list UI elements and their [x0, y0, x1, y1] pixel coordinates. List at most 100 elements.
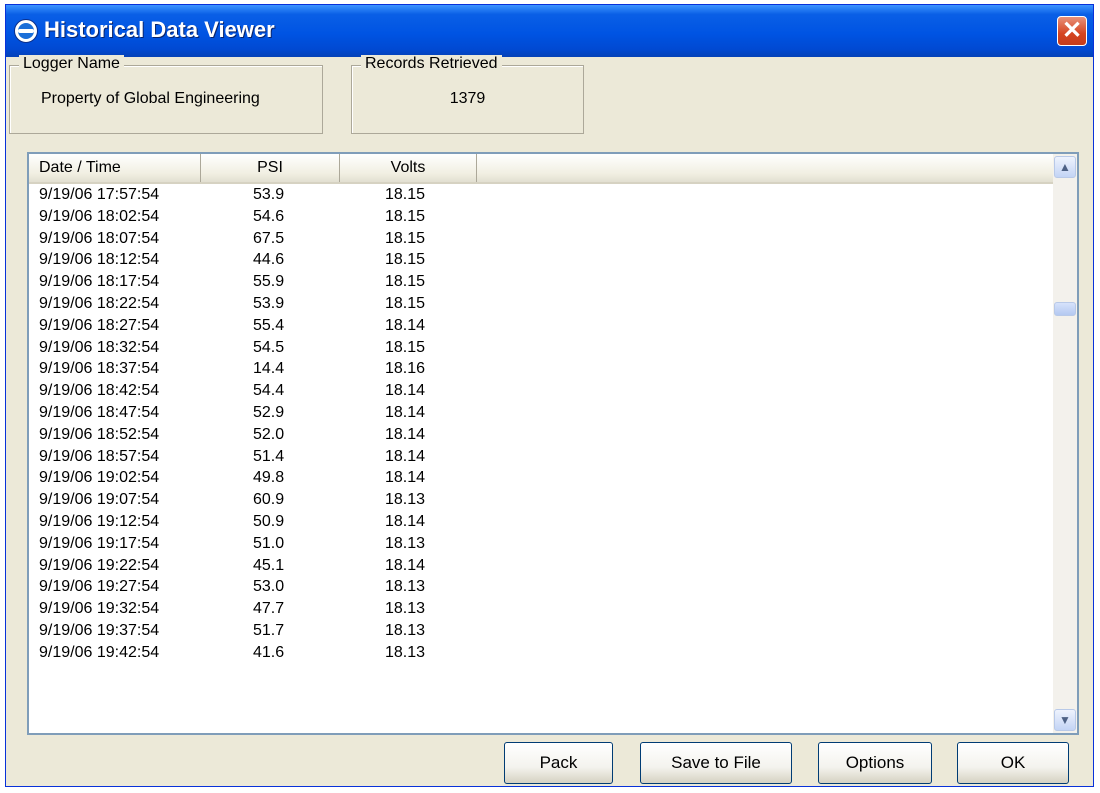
date-time-cell: 9/19/06 18:52:54 [39, 425, 160, 443]
logger-name-label: Logger Name [19, 55, 124, 73]
date-time-cell: 9/19/06 18:57:54 [39, 447, 160, 465]
volts-cell: 18.15 [385, 338, 426, 356]
table-row[interactable]: 9/19/06 18:32:54 54.5 18.15 [29, 337, 1053, 359]
table-row[interactable]: 9/19/06 18:57:54 51.4 18.14 [29, 446, 1053, 468]
table-row[interactable]: 9/19/06 18:22:54 53.9 18.15 [29, 293, 1053, 315]
title-bar[interactable]: Historical Data Viewer ✕ [6, 5, 1093, 57]
close-icon: ✕ [1061, 17, 1083, 44]
close-button[interactable]: ✕ [1057, 16, 1087, 46]
scroll-up-button[interactable]: ▲ [1054, 156, 1076, 178]
psi-cell: 50.9 [253, 512, 285, 530]
volts-cell: 18.14 [385, 425, 426, 443]
column-header-filler [477, 154, 1053, 182]
volts-cell: 18.15 [385, 186, 426, 203]
historical-data-viewer-window: Historical Data Viewer ✕ Logger Name Pro… [5, 4, 1094, 787]
column-header-psi[interactable]: PSI [201, 154, 340, 182]
psi-cell: 53.9 [253, 294, 285, 312]
table-row[interactable]: 9/19/06 19:22:54 45.1 18.14 [29, 555, 1053, 577]
table-row[interactable]: 9/19/06 19:02:54 49.8 18.14 [29, 467, 1053, 489]
date-time-cell: 9/19/06 18:22:54 [39, 294, 160, 312]
table-row[interactable]: 9/19/06 18:02:54 54.6 18.15 [29, 206, 1053, 228]
window-title: Historical Data Viewer [44, 17, 275, 42]
column-header-volts[interactable]: Volts [340, 154, 477, 182]
logger-icon [14, 19, 38, 43]
records-retrieved-value: 1379 [449, 90, 486, 107]
date-time-cell: 9/19/06 18:37:54 [39, 360, 160, 378]
date-time-cell: 9/19/06 18:32:54 [39, 338, 160, 356]
volts-cell: 18.14 [385, 382, 426, 400]
volts-cell: 18.15 [385, 207, 426, 225]
volts-cell: 18.15 [385, 273, 426, 291]
records-retrieved-label: Records Retrieved [361, 55, 502, 73]
psi-cell: 41.6 [253, 643, 285, 661]
scroll-down-button[interactable]: ▼ [1054, 709, 1076, 731]
psi-cell: 54.4 [253, 382, 285, 400]
vertical-scrollbar[interactable]: ▲ ▼ [1053, 154, 1077, 733]
table-body: 9/19/06 17:57:54 53.9 18.15 9/19/06 18:02:5… [29, 184, 1053, 733]
save-to-file-button[interactable]: Save to File [640, 742, 792, 784]
date-time-cell: 9/19/06 19:17:54 [39, 534, 160, 552]
table-row[interactable]: 9/19/06 19:27:54 53.0 18.13 [29, 576, 1053, 598]
volts-cell: 18.14 [385, 469, 426, 487]
volts-cell: 18.14 [385, 403, 426, 421]
table-row[interactable]: 9/19/06 18:27:54 55.4 18.14 [29, 315, 1053, 337]
table-row[interactable]: 9/19/06 18:52:54 52.0 18.14 [29, 424, 1053, 446]
psi-cell: 45.1 [253, 556, 285, 574]
psi-cell: 53.9 [253, 186, 285, 203]
psi-cell: 51.7 [253, 621, 285, 639]
volts-cell: 18.15 [385, 229, 426, 247]
psi-cell: 54.5 [253, 338, 285, 356]
column-header-date-time[interactable]: Date / Time [29, 154, 201, 182]
scroll-thumb[interactable] [1054, 302, 1076, 317]
table-row[interactable]: 9/19/06 18:47:54 52.9 18.14 [29, 402, 1053, 424]
logger-name-group: Logger Name Property of Global Engineeri… [9, 55, 323, 134]
date-time-cell: 9/19/06 18:02:54 [39, 207, 160, 225]
volts-cell: 18.15 [385, 251, 426, 269]
table-row[interactable]: 9/19/06 19:07:54 60.9 18.13 [29, 489, 1053, 511]
volts-cell: 18.15 [385, 294, 426, 312]
date-time-cell: 9/19/06 19:02:54 [39, 469, 160, 487]
table-row[interactable]: 9/19/06 18:07:54 67.5 18.15 [29, 228, 1053, 250]
ok-button[interactable]: OK [957, 742, 1069, 784]
table-row[interactable]: 9/19/06 17:57:54 53.9 18.15 [29, 184, 1053, 206]
volts-cell: 18.14 [385, 512, 426, 530]
volts-cell: 18.13 [385, 621, 426, 639]
date-time-cell: 9/19/06 19:27:54 [39, 578, 160, 596]
date-time-cell: 9/19/06 18:27:54 [39, 316, 160, 334]
psi-cell: 49.8 [253, 469, 285, 487]
date-time-cell: 9/19/06 18:07:54 [39, 229, 160, 247]
data-table[interactable]: Date / Time PSI Volts 9/19/06 17:57:54 53… [27, 152, 1079, 735]
table-row[interactable]: 9/19/06 19:32:54 47.7 18.13 [29, 598, 1053, 620]
date-time-cell: 9/19/06 19:07:54 [39, 491, 160, 509]
date-time-cell: 9/19/06 18:17:54 [39, 273, 160, 291]
date-time-cell: 9/19/06 18:42:54 [39, 382, 160, 400]
date-time-cell: 9/19/06 19:42:54 [39, 643, 160, 661]
table-row[interactable]: 9/19/06 18:17:54 55.9 18.15 [29, 271, 1053, 293]
table-row[interactable]: 9/19/06 19:12:54 50.9 18.14 [29, 511, 1053, 533]
psi-cell: 52.9 [253, 403, 285, 421]
psi-cell: 52.0 [253, 425, 285, 443]
psi-cell: 51.4 [253, 447, 285, 465]
date-time-cell: 9/19/06 19:37:54 [39, 621, 160, 639]
date-time-cell: 9/19/06 19:22:54 [39, 556, 160, 574]
psi-cell: 54.6 [253, 207, 285, 225]
table-row[interactable]: 9/19/06 19:42:54 41.6 18.13 [29, 642, 1053, 664]
psi-cell: 47.7 [253, 600, 285, 618]
options-button[interactable]: Options [818, 742, 932, 784]
table-header: Date / Time PSI Volts [29, 154, 1053, 184]
volts-cell: 18.13 [385, 578, 426, 596]
table-row[interactable]: 9/19/06 18:37:54 14.4 18.16 [29, 358, 1053, 380]
table-row[interactable]: 9/19/06 19:17:54 51.0 18.13 [29, 533, 1053, 555]
volts-cell: 18.13 [385, 534, 426, 552]
date-time-cell: 9/19/06 19:32:54 [39, 600, 160, 618]
volts-cell: 18.13 [385, 600, 426, 618]
table-row[interactable]: 9/19/06 19:37:54 51.7 18.13 [29, 620, 1053, 642]
table-row[interactable]: 9/19/06 18:42:54 54.4 18.14 [29, 380, 1053, 402]
pack-button[interactable]: Pack [504, 742, 613, 784]
date-time-cell: 9/19/06 18:12:54 [39, 251, 160, 269]
logger-name-value: Property of Global Engineering [41, 90, 260, 107]
table-row[interactable]: 9/19/06 18:12:54 44.6 18.15 [29, 249, 1053, 271]
psi-cell: 51.0 [253, 534, 285, 552]
volts-cell: 18.16 [385, 360, 426, 378]
psi-cell: 44.6 [253, 251, 285, 269]
